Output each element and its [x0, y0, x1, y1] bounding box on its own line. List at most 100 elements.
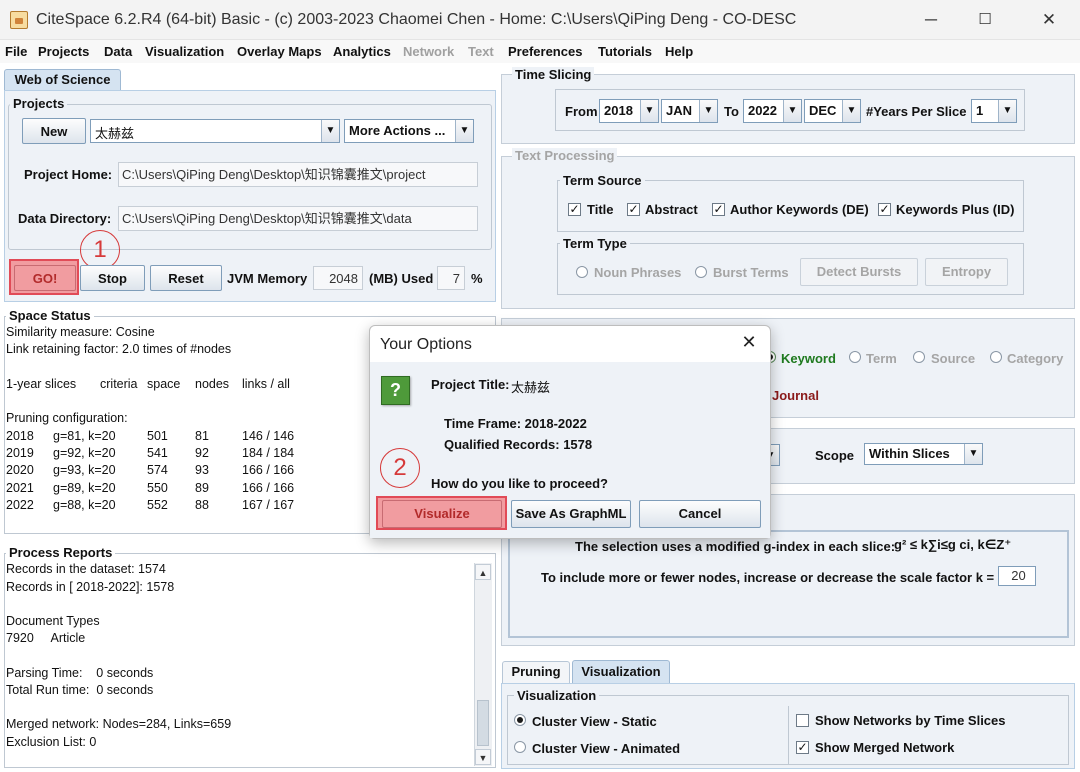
slice-space: 550 — [147, 481, 168, 495]
report-line: Merged network: Nodes=284, Links=659 — [6, 717, 232, 731]
percent-label: % — [471, 271, 483, 286]
burst-terms-radio[interactable] — [695, 266, 707, 278]
tab-web-of-science[interactable]: Web of Science — [4, 69, 121, 91]
from-year-select[interactable]: 2018 ▼ — [599, 99, 659, 123]
status-header-criteria: criteria — [100, 377, 138, 391]
chevron-down-icon: ▼ — [842, 100, 860, 122]
journal-label: Journal — [772, 388, 819, 403]
step-2-annotation: 2 — [380, 448, 420, 488]
reset-button[interactable]: Reset — [150, 265, 222, 291]
author-keywords-checkbox[interactable]: ✓ — [712, 203, 725, 216]
tab-visualization[interactable]: Visualization — [572, 660, 670, 684]
detect-bursts-button[interactable]: Detect Bursts — [800, 258, 918, 286]
noun-phrases-radio[interactable] — [576, 266, 588, 278]
project-select[interactable]: 太赫兹 ▼ — [90, 119, 340, 143]
report-line: Exclusion List: 0 — [6, 735, 97, 749]
chevron-down-icon: ▼ — [640, 100, 658, 122]
report-line: Parsing Time: 0 seconds — [6, 666, 154, 680]
menu-data[interactable]: Data — [104, 44, 132, 59]
keywords-plus-checkbox[interactable]: ✓ — [878, 203, 891, 216]
to-year-select[interactable]: 2022 ▼ — [743, 99, 802, 123]
cluster-static-radio[interactable] — [514, 714, 526, 726]
close-window-icon[interactable]: ✕ — [1036, 8, 1062, 32]
to-label: To — [724, 104, 739, 119]
keywords-plus-label: Keywords Plus (ID) — [896, 202, 1015, 217]
window-title: CiteSpace 6.2.R4 (64-bit) Basic - (c) 20… — [36, 11, 797, 28]
show-time-slices-label: Show Networks by Time Slices — [815, 713, 1006, 728]
dialog-title: Your Options — [380, 336, 472, 353]
menu-analytics[interactable]: Analytics — [333, 44, 391, 59]
data-directory-field[interactable]: C:\Users\QiPing Deng\Desktop\知识锦囊推文\data — [118, 206, 478, 231]
menu-file[interactable]: File — [5, 44, 27, 59]
scroll-thumb[interactable] — [477, 700, 489, 746]
slice-criteria: g=92, k=20 — [53, 446, 116, 460]
go-button[interactable]: GO! — [14, 265, 76, 291]
menu-help[interactable]: Help — [665, 44, 693, 59]
report-line: Records in the dataset: 1574 — [6, 562, 166, 576]
report-line: Total Run time: 0 seconds — [6, 683, 154, 697]
menu-projects[interactable]: Projects — [38, 44, 89, 59]
cluster-static-label: Cluster View - Static — [532, 714, 657, 729]
app-icon — [10, 11, 28, 29]
slice-year: 2022 — [6, 498, 34, 512]
slice-criteria: g=88, k=20 — [53, 498, 116, 512]
report-line: Records in [ 2018-2022]: 1578 — [6, 580, 175, 594]
minimize-icon[interactable]: ─ — [918, 8, 944, 32]
slice-links: 167 / 167 — [242, 498, 295, 512]
tab-pruning[interactable]: Pruning — [502, 661, 570, 683]
report-line: 7920 Article — [6, 631, 86, 645]
project-home-label: Project Home: — [24, 167, 113, 182]
slice-nodes: 88 — [195, 498, 209, 512]
menu-tutorials[interactable]: Tutorials — [598, 44, 652, 59]
keyword-label: Keyword — [781, 351, 836, 366]
slice-nodes: 81 — [195, 429, 209, 443]
cluster-animated-radio[interactable] — [514, 741, 526, 753]
show-time-slices-checkbox[interactable] — [796, 714, 809, 727]
entropy-button[interactable]: Entropy — [925, 258, 1008, 286]
to-month-select[interactable]: DEC ▼ — [804, 99, 861, 123]
projects-group-label: Projects — [10, 96, 68, 111]
category-radio[interactable] — [990, 351, 1002, 363]
slice-links: 166 / 166 — [242, 481, 295, 495]
scale-factor-input[interactable]: 20 — [998, 566, 1036, 586]
slice-space: 574 — [147, 463, 168, 477]
title-checkbox-label: Title — [587, 202, 614, 217]
years-per-slice-select[interactable]: 1 ▼ — [971, 99, 1017, 123]
title-checkbox[interactable]: ✓ — [568, 203, 581, 216]
menu-text: Text — [468, 44, 494, 59]
from-month-select[interactable]: JAN ▼ — [661, 99, 718, 123]
source-radio[interactable] — [913, 351, 925, 363]
more-actions-select[interactable]: More Actions ... ▼ — [344, 119, 474, 143]
slice-space: 501 — [147, 429, 168, 443]
scale-factor-text: To include more or fewer nodes, increase… — [541, 570, 995, 585]
dialog-close-icon[interactable]: ✕ — [738, 331, 760, 353]
show-merged-checkbox[interactable]: ✓ — [796, 741, 809, 754]
from-label: From — [565, 104, 598, 119]
new-project-button[interactable]: New — [22, 118, 86, 144]
scroll-up-icon[interactable]: ▲ — [475, 564, 491, 580]
step-1-annotation: 1 — [80, 230, 120, 270]
abstract-checkbox[interactable]: ✓ — [627, 203, 640, 216]
stop-button[interactable]: Stop — [80, 265, 145, 291]
menu-overlay-maps[interactable]: Overlay Maps — [237, 44, 322, 59]
time-frame-text: Time Frame: 2018-2022 — [444, 416, 587, 431]
save-graphml-button[interactable]: Save As GraphML — [511, 500, 631, 528]
menu-preferences[interactable]: Preferences — [508, 44, 582, 59]
visualize-button[interactable]: Visualize — [382, 500, 502, 528]
scroll-down-icon[interactable]: ▼ — [475, 749, 491, 765]
mb-used-label: (MB) Used — [369, 271, 434, 286]
menu-network: Network — [403, 44, 455, 59]
status-line: 1-year slices — [6, 377, 77, 391]
cancel-button[interactable]: Cancel — [639, 500, 761, 528]
chevron-down-icon: ▼ — [783, 100, 801, 122]
slice-links: 146 / 146 — [242, 429, 295, 443]
project-home-field[interactable]: C:\Users\QiPing Deng\Desktop\知识锦囊推文\proj… — [118, 162, 478, 187]
status-line: Pruning configuration: — [6, 411, 128, 425]
source-label: Source — [931, 351, 976, 366]
maximize-icon[interactable]: ☐ — [972, 8, 998, 32]
term-radio[interactable] — [849, 351, 861, 363]
abstract-checkbox-label: Abstract — [645, 202, 698, 217]
menu-visualization[interactable]: Visualization — [145, 44, 224, 59]
scope-select[interactable]: Within Slices ▼ — [864, 443, 983, 465]
status-header-space: space — [147, 377, 181, 391]
